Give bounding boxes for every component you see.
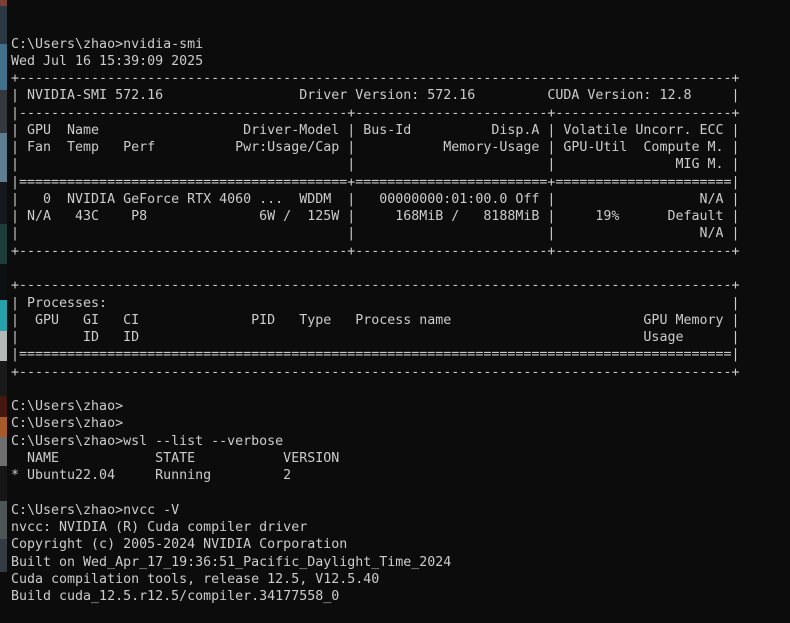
terminal-line: +---------------------------------------… [11,243,790,260]
terminal-line: | Processes: | [11,295,790,312]
terminal-line: Built on Wed_Apr_17_19:36:51_Pacific_Day… [11,554,790,571]
terminal-line: | 0 NVIDIA GeForce RTX 4060 ... WDDM | 0… [11,191,790,208]
terminal-line: Wed Jul 16 15:39:09 2025 [11,53,790,70]
terminal-line: C:\Users\zhao>wsl --list --verbose [11,433,790,450]
terminal-line [11,260,790,277]
terminal-line: |---------------------------------------… [11,105,790,122]
terminal-line: | GPU GI CI PID Type Process name GPU Me… [11,312,790,329]
terminal-line: C:\Users\zhao> [11,398,790,415]
terminal-line: | ID ID Usage | [11,329,790,346]
terminal-line: C:\Users\zhao>nvcc -V [11,502,790,519]
terminal-line: C:\Users\zhao>nvidia-smi [11,36,790,53]
terminal-line [11,381,790,398]
terminal-line: | | | N/A | [11,225,790,242]
terminal-line: +---------------------------------------… [11,364,790,381]
terminal-line: | N/A 43C P8 6W / 125W | 168MiB / 8188Mi… [11,208,790,225]
terminal-line: | GPU Name Driver-Model | Bus-Id Disp.A … [11,122,790,139]
terminal-line [11,484,790,501]
terminal-line: | NVIDIA-SMI 572.16 Driver Version: 572.… [11,87,790,104]
command-prompt-terminal[interactable]: C:\Users\zhao>nvidia-smiWed Jul 16 15:39… [7,0,790,572]
terminal-line: NAME STATE VERSION [11,450,790,467]
terminal-line: |=======================================… [11,174,790,191]
terminal-output: C:\Users\zhao>nvidia-smiWed Jul 16 15:39… [11,36,790,606]
terminal-line: +---------------------------------------… [11,277,790,294]
terminal-line: C:\Users\zhao> [11,415,790,432]
terminal-line: | Fan Temp Perf Pwr:Usage/Cap | Memory-U… [11,139,790,156]
terminal-line: * Ubuntu22.04 Running 2 [11,467,790,484]
terminal-line: nvcc: NVIDIA (R) Cuda compiler driver [11,519,790,536]
terminal-line: Cuda compilation tools, release 12.5, V1… [11,571,790,588]
terminal-line: Copyright (c) 2005-2024 NVIDIA Corporati… [11,536,790,553]
terminal-line: +---------------------------------------… [11,70,790,87]
terminal-line: Build cuda_12.5.r12.5/compiler.34177558_… [11,588,790,605]
terminal-line: | | | MIG M. | [11,156,790,173]
terminal-line: |=======================================… [11,346,790,363]
desktop-wallpaper-edge [0,0,7,572]
